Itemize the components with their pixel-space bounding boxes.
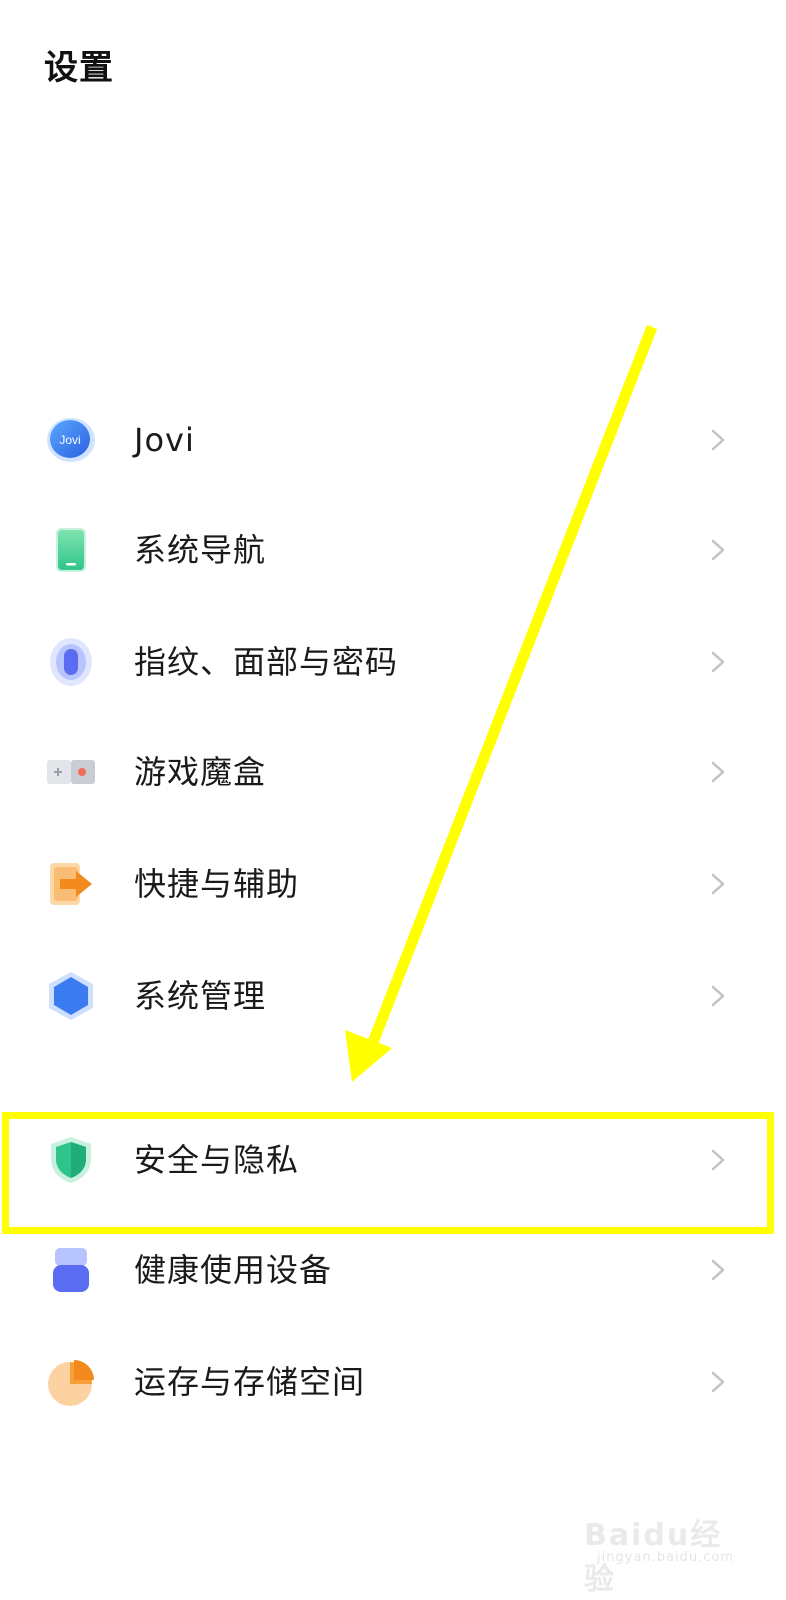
settings-item-memory-storage[interactable]: 运存与存储空间 xyxy=(0,1332,786,1432)
fingerprint-icon xyxy=(46,637,96,687)
storage-pie-icon xyxy=(46,1357,96,1407)
settings-item-security-privacy[interactable]: 安全与隐私 xyxy=(0,1110,786,1210)
svg-text:Jovi: Jovi xyxy=(59,433,80,447)
settings-item-label: 系统导航 xyxy=(134,531,267,569)
shortcut-arrow-icon xyxy=(46,859,96,909)
chevron-right-icon xyxy=(708,1258,728,1282)
settings-item-fingerprint-face-password[interactable]: 指纹、面部与密码 xyxy=(0,612,786,712)
system-hexagon-icon xyxy=(46,971,96,1021)
chevron-right-icon xyxy=(708,760,728,784)
game-box-icon xyxy=(46,747,96,797)
settings-item-jovi[interactable]: Jovi Jovi xyxy=(0,390,786,490)
jovi-icon: Jovi xyxy=(46,415,96,465)
baidu-watermark: Baidu经验 jingyan.baidu.com xyxy=(584,1502,734,1597)
settings-item-label: 指纹、面部与密码 xyxy=(134,643,399,681)
settings-item-system-navigation[interactable]: 系统导航 xyxy=(0,500,786,600)
settings-item-label: 健康使用设备 xyxy=(134,1251,333,1289)
health-hourglass-icon xyxy=(46,1245,96,1295)
settings-item-label: 系统管理 xyxy=(134,977,267,1015)
shield-icon xyxy=(46,1135,96,1185)
settings-item-healthy-device-usage[interactable]: 健康使用设备 xyxy=(0,1220,786,1320)
chevron-right-icon xyxy=(708,1148,728,1172)
settings-item-shortcuts-accessibility[interactable]: 快捷与辅助 xyxy=(0,834,786,934)
chevron-right-icon xyxy=(708,1370,728,1394)
settings-item-system-management[interactable]: 系统管理 xyxy=(0,946,786,1046)
watermark-url: jingyan.baidu.com xyxy=(597,1550,734,1565)
settings-item-label: 游戏魔盒 xyxy=(134,753,267,791)
settings-item-label: 快捷与辅助 xyxy=(134,865,300,903)
chevron-right-icon xyxy=(708,538,728,562)
settings-item-label: 运存与存储空间 xyxy=(134,1363,366,1401)
phone-navigation-icon xyxy=(46,525,96,575)
chevron-right-icon xyxy=(708,872,728,896)
chevron-right-icon xyxy=(708,650,728,674)
chevron-right-icon xyxy=(708,984,728,1008)
settings-item-label: 安全与隐私 xyxy=(134,1141,300,1179)
chevron-right-icon xyxy=(708,428,728,452)
settings-screen: 设置 Jovi Jovi 系统导航 指纹、面部与密码 游戏魔盒 快捷与辅助 系统… xyxy=(0,0,786,1600)
settings-item-game-box[interactable]: 游戏魔盒 xyxy=(0,722,786,822)
settings-item-label: Jovi xyxy=(134,421,195,459)
settings-list: Jovi Jovi 系统导航 指纹、面部与密码 游戏魔盒 快捷与辅助 系统管理 … xyxy=(0,0,786,1600)
